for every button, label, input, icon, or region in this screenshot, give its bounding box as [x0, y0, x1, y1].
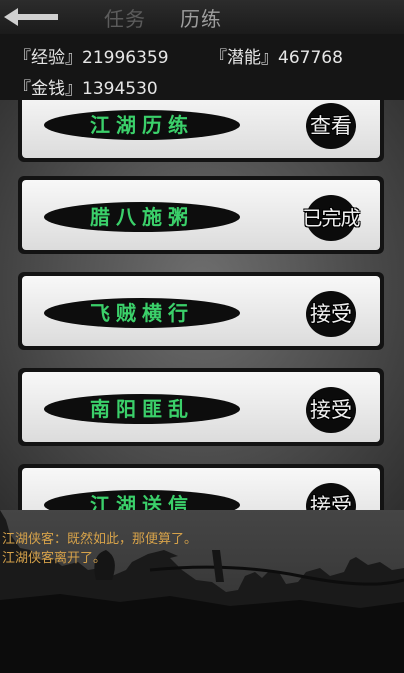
accept-button[interactable]: 接受: [306, 483, 356, 510]
quest-title: 江湖送信: [90, 493, 194, 510]
quest-title-ink: 江湖送信: [44, 490, 240, 510]
back-arrow-icon[interactable]: [2, 4, 60, 30]
message-log: 江湖侠客：既然如此，那便算了。 江湖侠客离开了。: [0, 510, 404, 673]
quest-title-ink: 江湖历练: [44, 110, 240, 140]
stats-panel: 『经验』21996359 『潜能』467768 『金钱』1394530: [0, 34, 404, 100]
quest-action-label: 接受: [310, 302, 352, 326]
experience-stat: 『经验』21996359: [14, 48, 169, 68]
accept-button[interactable]: 接受: [306, 291, 356, 337]
quest-card[interactable]: 腊八施粥 已完成: [18, 176, 384, 254]
quest-action-label: 接受: [310, 494, 352, 510]
quest-title: 江湖历练: [90, 113, 194, 137]
quest-title: 南阳匪乱: [90, 397, 194, 421]
quest-action-label: 查看: [310, 114, 352, 138]
quest-card[interactable]: 飞贼横行 接受: [18, 272, 384, 350]
quest-card[interactable]: 江湖送信 接受: [18, 464, 384, 510]
quest-title-ink: 腊八施粥: [44, 202, 240, 232]
log-line: 江湖侠客离开了。: [2, 551, 107, 566]
quest-title: 腊八施粥: [90, 205, 194, 229]
quest-title: 飞贼横行: [90, 301, 194, 325]
quest-action-label: 接受: [310, 398, 352, 422]
completed-badge[interactable]: 已完成: [303, 195, 361, 241]
quest-title-ink: 南阳匪乱: [44, 394, 240, 424]
tab-task[interactable]: 任务: [104, 3, 146, 32]
top-bar: 任务 历练: [0, 0, 404, 34]
view-button[interactable]: 查看: [306, 103, 356, 149]
gold-stat: 『金钱』1394530: [14, 79, 158, 99]
log-line: 江湖侠客：既然如此，那便算了。: [2, 532, 198, 547]
quest-card[interactable]: 南阳匪乱 接受: [18, 368, 384, 446]
quest-card[interactable]: 江湖历练 查看: [18, 100, 384, 162]
quest-title-ink: 飞贼横行: [44, 298, 240, 328]
tab-training[interactable]: 历练: [180, 3, 222, 32]
quest-list[interactable]: 江湖历练 查看 腊八施粥 已完成 飞贼横行 接受 南阳匪乱 接受 江湖送信 接受: [0, 100, 404, 510]
quest-action-label: 已完成: [302, 206, 361, 230]
accept-button[interactable]: 接受: [306, 387, 356, 433]
potential-stat: 『潜能』467768: [210, 48, 343, 68]
